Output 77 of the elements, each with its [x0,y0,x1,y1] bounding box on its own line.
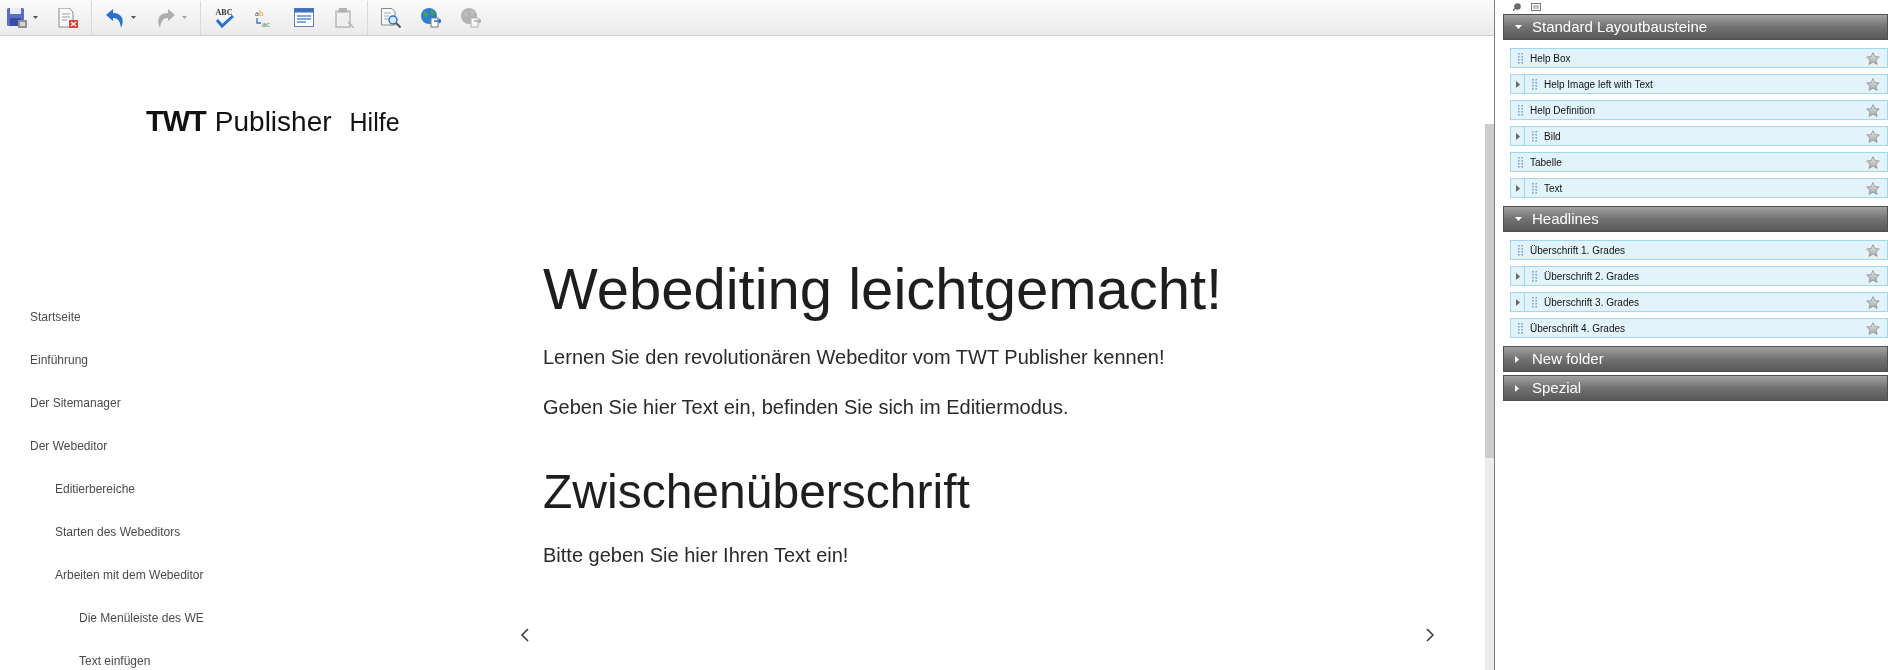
star-icon[interactable] [1866,155,1880,169]
logo-brand: TWT [146,105,206,137]
layout-block-item[interactable]: Überschrift 4. Grades [1510,318,1888,338]
nav-link[interactable]: Startseite [30,309,81,324]
logo-suffix: Hilfe [349,107,400,138]
drag-handle-icon [1518,322,1523,334]
pin-icon[interactable] [1513,3,1521,11]
expand-arrow-icon[interactable] [1515,272,1520,280]
replace-button[interactable]: ab ac [253,6,275,29]
star-icon[interactable] [1866,181,1880,195]
section-header[interactable]: Spezial [1503,375,1888,401]
undo-button[interactable] [104,6,137,29]
drag-handle-icon [1532,130,1537,142]
paragraph: Geben Sie hier Text ein, befinden Sie sich im Editiermodus. [543,395,1069,420]
list-window-icon[interactable] [1531,3,1541,11]
layout-block-item[interactable]: Help Image left with Text [1510,74,1888,94]
document-search-icon [381,7,401,28]
drag-handle-icon [1532,182,1537,194]
preview-button[interactable] [380,6,402,29]
globe-arrows-icon [461,7,481,28]
save-button[interactable] [6,6,39,29]
star-icon[interactable] [1866,295,1880,309]
nav-link[interactable]: Editierbereiche [55,481,136,496]
drag-handle-icon [1518,244,1523,256]
nav-link[interactable]: Die Menüleiste des WE [79,610,204,625]
star-icon[interactable] [1866,243,1880,257]
document-delete-icon [58,7,78,28]
section-header[interactable]: Headlines [1503,206,1888,232]
globe-arrows-icon [421,7,441,28]
drag-handle-icon [1518,52,1523,64]
globe-button[interactable] [420,6,442,29]
page-heading: Webediting leichtgemacht! [543,257,1223,321]
drag-handle-icon [1532,270,1537,282]
drag-handle-icon [1518,156,1523,168]
expand-arrow-icon[interactable] [1515,132,1520,140]
layout-block-item[interactable]: Überschrift 3. Grades [1510,292,1888,312]
layout-block-item[interactable]: Bild [1510,126,1888,146]
window-layout-icon [294,7,314,28]
undo-arrow-icon [105,7,125,28]
drag-handle-icon [1532,78,1537,90]
clipboard-icon [334,7,354,28]
nav-link[interactable]: Einführung [30,352,89,367]
star-icon[interactable] [1866,269,1880,283]
drag-handle-icon [1518,104,1523,116]
drag-handle-icon [1532,296,1537,308]
expand-arrow-icon[interactable] [1515,298,1520,306]
redo-arrow-icon [156,7,176,28]
star-icon[interactable] [1866,77,1880,91]
layout-block-item[interactable]: Überschrift 1. Grades [1510,240,1888,260]
chevron-left-icon[interactable] [521,628,529,642]
star-icon[interactable] [1866,129,1880,143]
paragraph: Bitte geben Sie hier Ihren Text ein! [543,543,849,568]
layout-block-item[interactable]: Text [1510,178,1888,198]
chevron-right-icon[interactable] [1426,628,1434,642]
layout-block-item[interactable]: Help Definition [1510,100,1888,120]
discard-button[interactable] [57,6,79,29]
section-header[interactable]: New folder [1503,346,1888,372]
star-icon[interactable] [1866,103,1880,117]
layout-block-item[interactable]: Help Box [1510,48,1888,68]
section-header[interactable]: Standard Layoutbausteine [1503,14,1888,40]
spellcheck-button[interactable]: ABC [213,6,235,29]
logo-product: Publisher [214,106,332,138]
layout-block-item[interactable]: Tabelle [1510,152,1888,172]
nav-link[interactable]: Der Sitemanager [30,395,121,410]
nav-link[interactable]: Der Webeditor [30,438,108,453]
expand-arrow-icon[interactable] [1515,80,1520,88]
section-heading: Zwischenüberschrift [543,465,970,519]
layout-block-item[interactable]: Überschrift 2. Grades [1510,266,1888,286]
nav-link[interactable]: Arbeiten mit dem Webeditor [55,567,204,582]
expand-arrow-icon[interactable] [1515,184,1520,192]
paragraph: Lernen Sie den revolutionären Webeditor vom TWT Publisher kennen! [543,345,1165,370]
star-icon[interactable] [1866,321,1880,335]
nav-link[interactable]: Starten des Webeditors [55,524,181,539]
nav-link[interactable]: Text einfügen [79,653,151,668]
star-icon[interactable] [1866,51,1880,65]
layout-button[interactable] [293,6,315,29]
scrollbar-thumb[interactable] [1485,124,1494,458]
